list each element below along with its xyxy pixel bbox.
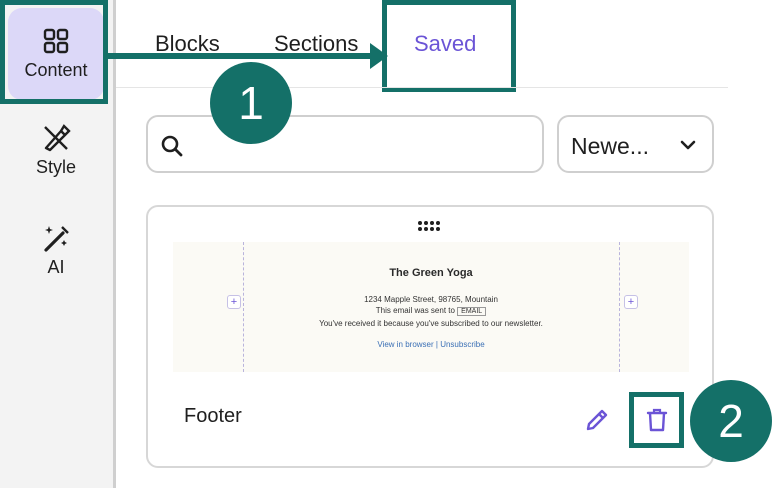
block-name: Footer [184,405,242,427]
preview-reason: You've received it because you've subscr… [319,319,543,328]
sidebar-divider [113,0,116,488]
callout-arrow-head [370,43,388,69]
step-badge-1: 1 [210,62,292,144]
step-badge-2: 2 [690,380,772,462]
preview-sent-line: This email was sent to EMAIL [243,306,619,316]
trash-icon [646,408,667,432]
email-merge-tag: EMAIL [457,307,487,316]
preview-sent-text: This email was sent to [375,306,455,315]
block-preview: + + The Green Yoga 1234 Mapple Street, 9… [173,242,689,372]
magic-wand-icon [44,226,69,252]
sidebar-item-label: AI [47,257,65,277]
callout-arrow-line [108,53,374,59]
drag-handle-icon[interactable] [417,220,441,232]
preview-column-guide [619,242,620,372]
chevron-down-icon [680,140,696,150]
edit-icon[interactable] [584,407,610,433]
sidebar-item-ai[interactable]: AI [8,223,104,278]
preview-links: View in browser | Unsubscribe [377,340,485,349]
callout-highlight-content [0,0,108,104]
sidebar-item-label: Style [35,157,77,177]
tabs-divider [116,87,728,88]
search-field[interactable] [146,115,544,173]
saved-block-card[interactable]: + + The Green Yoga 1234 Mapple Street, 9… [146,205,714,468]
search-icon [161,135,183,157]
add-column-icon: + [624,295,638,309]
sort-value: Newe... [571,133,649,159]
callout-highlight-saved [382,0,516,92]
sidebar-item-style[interactable]: Style [8,123,104,178]
preview-address: 1234 Mapple Street, 98765, Mountain [364,295,498,304]
delete-button[interactable] [629,392,684,448]
brush-icon [44,124,71,152]
sort-dropdown[interactable]: Newe... [557,115,714,173]
add-column-icon: + [227,295,241,309]
preview-title: The Green Yoga [389,267,473,279]
